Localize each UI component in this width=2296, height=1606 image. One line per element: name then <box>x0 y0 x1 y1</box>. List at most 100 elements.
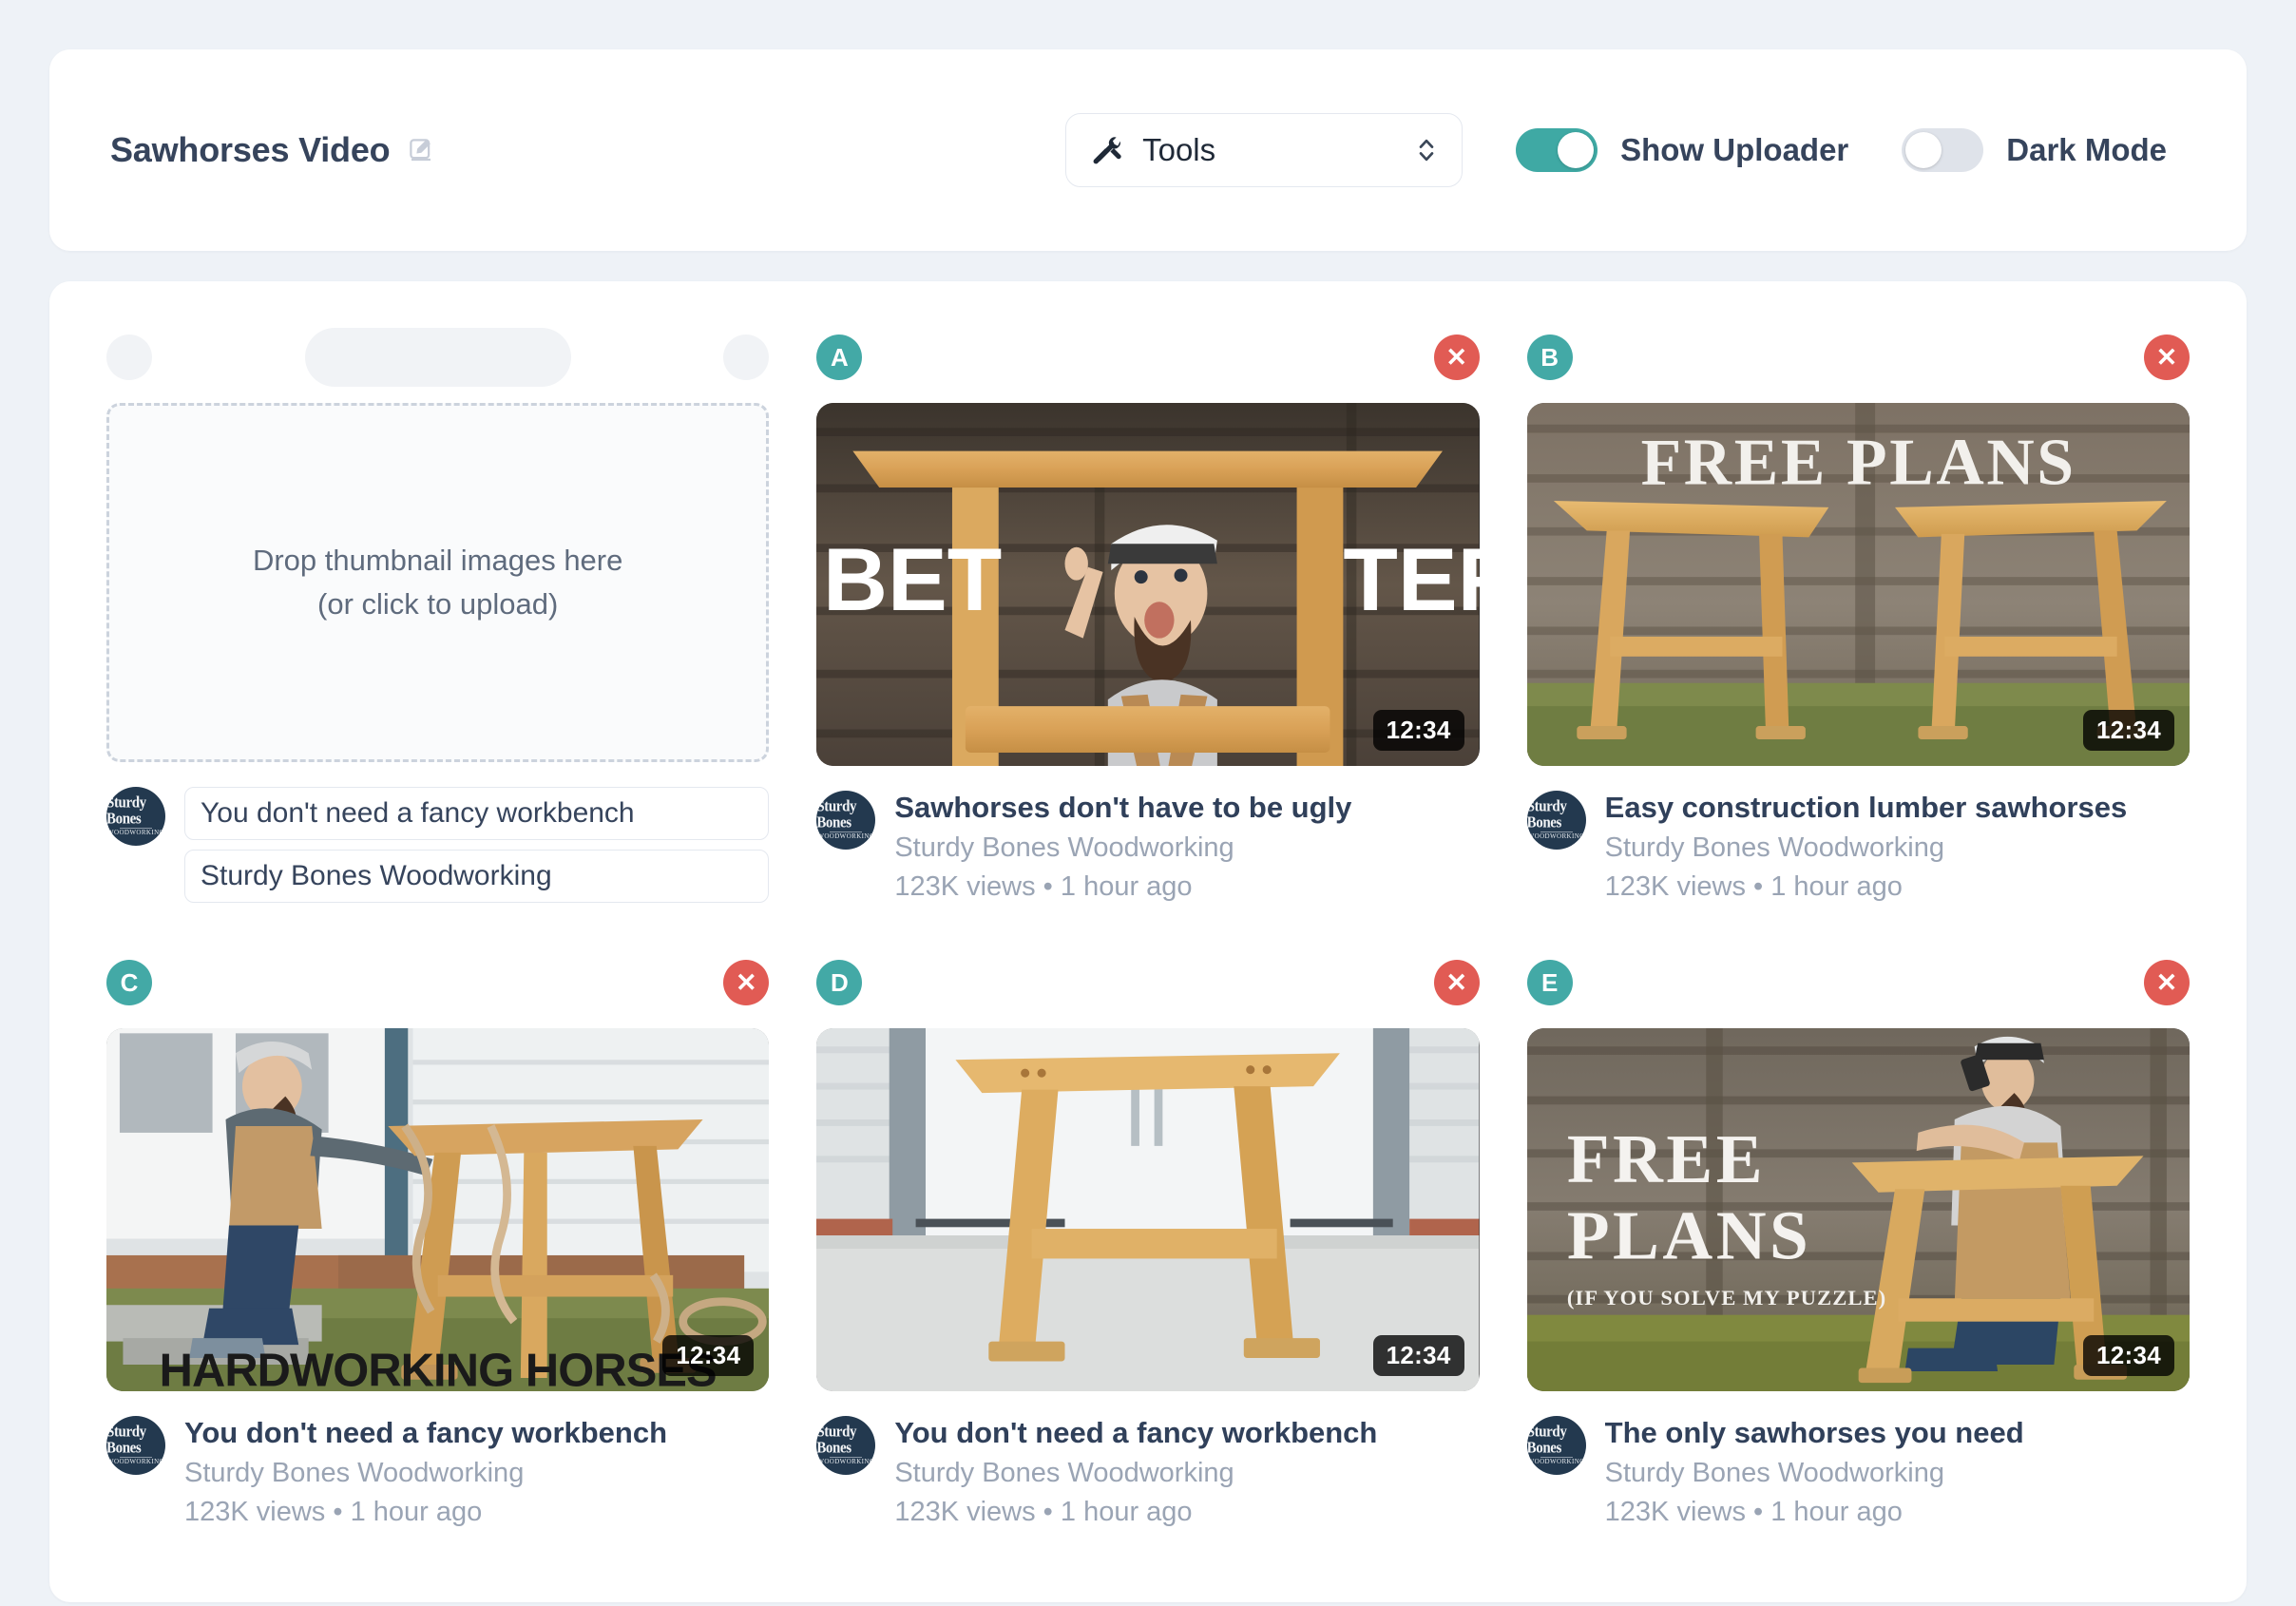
toggle-knob <box>1905 132 1942 168</box>
show-uploader-label: Show Uploader <box>1620 132 1849 167</box>
avatar: Sturdy Bones WOODWORKING <box>106 1416 165 1475</box>
toggle-knob <box>1558 132 1595 168</box>
card-meta: Sturdy Bones WOODWORKING Sawhorses don't… <box>816 791 1479 903</box>
video-channel: Sturdy Bones Woodworking <box>894 832 1234 863</box>
delete-card-button[interactable]: ✕ <box>1433 335 1480 380</box>
dark-mode-label: Dark Mode <box>2006 132 2167 167</box>
video-card: C ✕ HARDWORKING HORSES 12:34 Sturdy Bone… <box>106 956 770 1528</box>
chevron-up-down-icon <box>1419 139 1434 162</box>
svg-text:FREE: FREE <box>1566 1120 1765 1197</box>
uploader-meta: Sturdy Bones WOODWORKING <box>106 787 770 903</box>
video-stats: 123K views • 1 hour ago <box>1604 870 1903 902</box>
card-badge-b[interactable]: B <box>1526 335 1573 380</box>
video-card: E ✕ FREE PLANS (IF YOU SOLVE MY PUZZLE) … <box>1526 956 2190 1528</box>
avatar-top-text: Sturdy Bones <box>816 797 857 832</box>
tools-select-value: Tools <box>1142 132 1216 167</box>
avatar: Sturdy Bones WOODWORKING <box>816 1416 876 1475</box>
video-title: Sawhorses don't have to be ugly <box>894 791 1352 824</box>
thumbnail-a[interactable]: BET TER 12:34 <box>816 403 1480 766</box>
duration-badge: 12:34 <box>1372 1335 1464 1376</box>
skeleton-circle-left <box>106 335 152 380</box>
duration-badge: 12:34 <box>2082 710 2174 751</box>
avatar: Sturdy Bones WOODWORKING <box>1526 1416 1586 1475</box>
thumbnail-c[interactable]: HARDWORKING HORSES 12:34 <box>106 1028 770 1391</box>
delete-card-button[interactable]: ✕ <box>723 960 770 1005</box>
pencil-edit-icon[interactable] <box>407 136 435 164</box>
uploader-cell: Drop thumbnail images here (or click to … <box>106 328 770 903</box>
thumbnail-dropzone[interactable]: Drop thumbnail images here (or click to … <box>106 403 770 762</box>
uploader-skeleton-row <box>106 328 770 387</box>
duration-badge: 12:34 <box>2082 1335 2174 1376</box>
svg-text:FREE PLANS: FREE PLANS <box>1640 427 2076 500</box>
svg-text:HARDWORKING HORSES: HARDWORKING HORSES <box>160 1346 717 1391</box>
thumbnail-b[interactable]: FREE PLANS 12:34 <box>1526 403 2190 766</box>
card-badge-d[interactable]: D <box>816 960 863 1005</box>
card-badge-c[interactable]: C <box>106 960 152 1005</box>
card-header: C ✕ <box>106 956 770 1009</box>
card-meta-text: Sawhorses don't have to be ugly Sturdy B… <box>894 791 1351 903</box>
card-header: D ✕ <box>816 956 1480 1009</box>
show-uploader-toggle[interactable] <box>1516 128 1598 172</box>
page-title: Sawhorses Video <box>110 130 391 169</box>
avatar-bottom-text: WOODWORKING <box>817 1457 875 1465</box>
avatar-top-text: Sturdy Bones <box>1526 1423 1567 1457</box>
skeleton-pill <box>304 328 571 387</box>
avatar-bottom-text: WOODWORKING <box>106 828 164 836</box>
show-uploader-toggle-group: Show Uploader <box>1516 128 1848 172</box>
card-meta: Sturdy Bones WOODWORKING You don't need … <box>816 1416 1479 1528</box>
dark-mode-toggle[interactable] <box>1902 128 1984 172</box>
avatar-top-text: Sturdy Bones <box>1526 797 1567 832</box>
avatar: Sturdy Bones WOODWORKING <box>816 791 876 850</box>
thumbnail-grid: Drop thumbnail images here (or click to … <box>106 328 2190 1528</box>
card-badge-a[interactable]: A <box>816 335 863 380</box>
dark-mode-toggle-group: Dark Mode <box>1902 128 2167 172</box>
avatar-top-text: Sturdy Bones <box>106 1423 146 1457</box>
card-header: E ✕ <box>1526 956 2190 1009</box>
video-title: You don't need a fancy workbench <box>894 1416 1378 1449</box>
title-group: Sawhorses Video <box>110 130 435 170</box>
svg-text:PLANS: PLANS <box>1566 1196 1810 1273</box>
avatar-bottom-text: WOODWORKING <box>817 832 875 840</box>
header-panel: Sawhorses Video Tools Show Uploader Dark… <box>49 49 2247 251</box>
avatar: Sturdy Bones WOODWORKING <box>1526 791 1586 850</box>
avatar-top-text: Sturdy Bones <box>816 1423 857 1457</box>
delete-card-button[interactable]: ✕ <box>2143 960 2190 1005</box>
svg-text:TER: TER <box>1344 529 1480 629</box>
channel-name-input[interactable] <box>184 850 770 903</box>
skeleton-circle-right <box>723 335 770 380</box>
delete-card-button[interactable]: ✕ <box>1433 960 1480 1005</box>
avatar-bottom-text: WOODWORKING <box>1527 832 1585 840</box>
card-badge-e[interactable]: E <box>1526 960 1573 1005</box>
video-title: You don't need a fancy workbench <box>184 1416 668 1449</box>
video-channel: Sturdy Bones Woodworking <box>894 1457 1234 1488</box>
avatar-bottom-text: WOODWORKING <box>106 1457 164 1465</box>
video-title: The only sawhorses you need <box>1604 1416 2024 1449</box>
svg-text:BET: BET <box>823 529 1002 629</box>
delete-card-button[interactable]: ✕ <box>2143 335 2190 380</box>
avatar-top-text: Sturdy Bones <box>106 793 146 828</box>
thumbnail-e[interactable]: FREE PLANS (IF YOU SOLVE MY PUZZLE) 12:3… <box>1526 1028 2190 1391</box>
video-stats: 123K views • 1 hour ago <box>894 1496 1193 1527</box>
card-header: A ✕ <box>816 331 1480 384</box>
card-meta: Sturdy Bones WOODWORKING Easy constructi… <box>1526 791 2190 903</box>
card-meta: Sturdy Bones WOODWORKING You don't need … <box>106 1416 769 1528</box>
card-meta: Sturdy Bones WOODWORKING The only sawhor… <box>1526 1416 2190 1528</box>
card-meta-text: You don't need a fancy workbench Sturdy … <box>894 1416 1377 1528</box>
uploader-fields <box>184 787 770 903</box>
tools-select[interactable]: Tools <box>1065 113 1464 187</box>
video-stats: 123K views • 1 hour ago <box>1604 1496 1903 1527</box>
duration-badge: 12:34 <box>1372 710 1464 751</box>
video-title-input[interactable] <box>184 787 770 840</box>
tools-hammer-wrench-icon <box>1093 137 1121 164</box>
video-stats: 123K views • 1 hour ago <box>184 1496 483 1527</box>
video-channel: Sturdy Bones Woodworking <box>1604 1457 1944 1488</box>
video-title: Easy construction lumber sawhorses <box>1604 791 2128 824</box>
thumbnail-d[interactable]: 12:34 <box>816 1028 1480 1391</box>
dropzone-line-1: Drop thumbnail images here <box>252 544 623 577</box>
video-card: A ✕ BET TE 12:34 Sturdy Bones WOODWORKIN… <box>816 331 1480 903</box>
video-card: B ✕ FREE PLANS 12:34 Sturdy Bones WOODWO… <box>1526 331 2190 903</box>
main-panel: Drop thumbnail images here (or click to … <box>49 281 2247 1602</box>
avatar-bottom-text: WOODWORKING <box>1527 1457 1585 1465</box>
duration-badge: 12:34 <box>662 1335 755 1376</box>
video-channel: Sturdy Bones Woodworking <box>184 1457 525 1488</box>
